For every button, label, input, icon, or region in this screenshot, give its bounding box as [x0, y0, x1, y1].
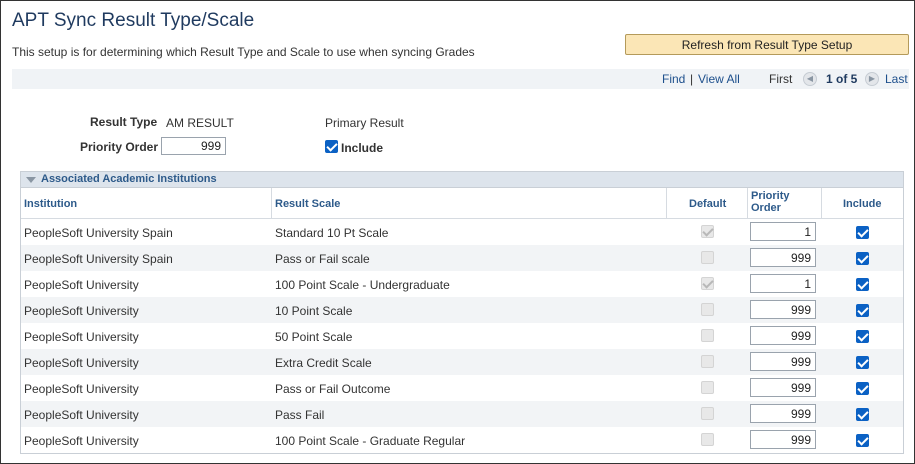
include-row-checkbox[interactable] — [856, 382, 869, 395]
priority-order-field[interactable] — [750, 378, 816, 397]
include-row-checkbox[interactable] — [856, 278, 869, 291]
priority-order-field[interactable] — [750, 274, 816, 293]
include-row-checkbox[interactable] — [856, 434, 869, 447]
col-priority-order: Priority Order — [751, 190, 790, 214]
page-description: This setup is for determining which Resu… — [12, 45, 475, 59]
include-row-checkbox[interactable] — [856, 304, 869, 317]
col-result-scale: Result Scale — [275, 198, 341, 210]
column-header-row: Institution Result Scale Default Priorit… — [21, 188, 903, 219]
priority-order-field[interactable] — [750, 222, 816, 241]
result-scale-cell: 100 Point Scale - Undergraduate — [275, 278, 450, 292]
priority-order-label: Priority Order — [80, 140, 159, 154]
default-checkbox — [701, 251, 714, 264]
page-title: APT Sync Result Type/Scale — [12, 10, 255, 31]
table-row: PeopleSoft University 10 Point Scale — [21, 297, 903, 323]
default-checkbox — [701, 407, 714, 420]
default-checkbox — [701, 303, 714, 316]
priority-order-input[interactable] — [161, 137, 226, 155]
result-scale-cell: 100 Point Scale - Graduate Regular — [275, 434, 466, 448]
navigation-bar: Find | View All First ◀ 1 of 5 ▶ Last — [12, 69, 909, 89]
default-checkbox — [701, 277, 714, 290]
result-scale-cell: Pass or Fail scale — [275, 252, 370, 266]
table-row: PeopleSoft University 100 Point Scale - G… — [21, 427, 903, 453]
result-scale-cell: Extra Credit Scale — [275, 356, 372, 370]
institution-cell: PeopleSoft University — [24, 434, 139, 448]
default-checkbox — [701, 355, 714, 368]
default-checkbox — [701, 329, 714, 342]
next-icon[interactable]: ▶ — [865, 72, 879, 86]
default-checkbox — [701, 381, 714, 394]
last-link[interactable]: Last — [885, 72, 908, 86]
view-all-link[interactable]: View All — [698, 72, 740, 86]
include-row-checkbox[interactable] — [856, 330, 869, 343]
grid-header: Associated Academic Institutions — [21, 172, 903, 188]
include-row-checkbox[interactable] — [856, 252, 869, 265]
refresh-button[interactable]: Refresh from Result Type Setup — [625, 34, 909, 55]
default-checkbox — [701, 433, 714, 446]
institution-cell: PeopleSoft University Spain — [24, 226, 173, 240]
result-scale-cell: 50 Point Scale — [275, 330, 353, 344]
institution-cell: PeopleSoft University — [24, 408, 139, 422]
result-scale-cell: Pass Fail — [275, 408, 325, 422]
result-type-value: AM RESULT — [166, 116, 234, 130]
col-include: Include — [843, 198, 882, 210]
table-row: PeopleSoft University 100 Point Scale - U… — [21, 271, 903, 297]
priority-order-field[interactable] — [750, 300, 816, 319]
result-scale-cell: Pass or Fail Outcome — [275, 382, 391, 396]
grid-rows: PeopleSoft University Spain Standard 10 P… — [21, 219, 903, 453]
table-row: PeopleSoft University Spain Pass or Fail … — [21, 245, 903, 271]
find-link[interactable]: Find — [662, 72, 685, 86]
table-row: PeopleSoft University Pass or Fail Outcom… — [21, 375, 903, 401]
nav-separator: | — [690, 72, 694, 86]
table-row: PeopleSoft University Pass Fail — [21, 401, 903, 427]
primary-result-label: Primary Result — [325, 116, 404, 130]
collapse-triangle-icon[interactable] — [26, 177, 36, 183]
grid-title: Associated Academic Institutions — [41, 173, 217, 185]
result-type-label: Result Type — [90, 115, 158, 129]
priority-order-field[interactable] — [750, 404, 816, 423]
institution-cell: PeopleSoft University Spain — [24, 252, 173, 266]
institution-cell: PeopleSoft University — [24, 278, 139, 292]
institution-cell: PeopleSoft University — [24, 356, 139, 370]
include-row-checkbox[interactable] — [856, 408, 869, 421]
result-scale-cell: 10 Point Scale — [275, 304, 353, 318]
institutions-grid: Associated Academic Institutions Institu… — [20, 171, 904, 454]
table-row: PeopleSoft University 50 Point Scale — [21, 323, 903, 349]
row-count: 1 of 5 — [826, 72, 858, 86]
first-label: First — [769, 72, 793, 86]
col-default: Default — [689, 198, 727, 210]
institution-cell: PeopleSoft University — [24, 304, 139, 318]
default-checkbox — [701, 225, 714, 238]
page-frame: APT Sync Result Type/Scale This setup is… — [0, 0, 915, 464]
include-label: Include — [341, 141, 384, 155]
table-row: PeopleSoft University Spain Standard 10 P… — [21, 219, 903, 245]
previous-icon[interactable]: ◀ — [803, 72, 817, 86]
include-row-checkbox[interactable] — [856, 226, 869, 239]
priority-order-field[interactable] — [750, 430, 816, 449]
priority-order-field[interactable] — [750, 352, 816, 371]
institution-cell: PeopleSoft University — [24, 382, 139, 396]
priority-order-field[interactable] — [750, 248, 816, 267]
col-institution: Institution — [24, 198, 78, 210]
include-checkbox[interactable] — [325, 140, 338, 153]
result-scale-cell: Standard 10 Pt Scale — [275, 226, 389, 240]
institution-cell: PeopleSoft University — [24, 330, 139, 344]
table-row: PeopleSoft University Extra Credit Scale — [21, 349, 903, 375]
priority-order-field[interactable] — [750, 326, 816, 345]
include-row-checkbox[interactable] — [856, 356, 869, 369]
